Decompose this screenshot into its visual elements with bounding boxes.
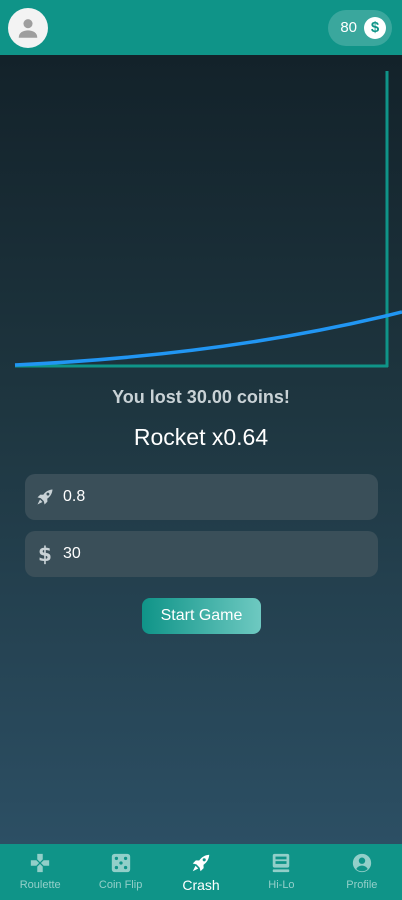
- rocket-icon: [34, 486, 56, 508]
- top-app-bar: 80 $: [0, 0, 402, 55]
- nav-item-coin-flip[interactable]: Coin Flip: [80, 844, 160, 900]
- crash-graph: [14, 71, 402, 368]
- nav-label-profile: Profile: [346, 879, 378, 891]
- nav-item-roulette[interactable]: Roulette: [0, 844, 80, 900]
- start-game-button[interactable]: Start Game: [142, 598, 261, 634]
- person-icon: [18, 18, 38, 38]
- nav-item-profile[interactable]: Profile: [322, 844, 402, 900]
- dollar-coin-icon: $: [364, 16, 386, 39]
- balance-chip[interactable]: 80 $: [328, 9, 392, 46]
- nav-label-coin-flip: Coin Flip: [98, 879, 143, 891]
- balance-amount: 80: [340, 19, 357, 36]
- dollar-icon: $: [34, 543, 56, 565]
- account-circle-icon: [350, 852, 374, 874]
- nav-label-roulette: Roulette: [19, 879, 61, 891]
- graph-curve: [14, 310, 402, 367]
- avatar[interactable]: [8, 7, 48, 48]
- nav-item-crash[interactable]: Crash: [161, 844, 241, 900]
- target-multiplier-value: 0.8: [63, 488, 86, 505]
- gamepad-icon: [28, 852, 52, 874]
- nav-item-hi-lo[interactable]: Hi-Lo: [241, 844, 321, 900]
- nav-label-crash: Crash: [182, 877, 220, 893]
- result-message: You lost 30.00 coins!: [112, 387, 290, 407]
- bet-amount-field[interactable]: $ 30: [25, 531, 378, 577]
- cards-icon: [269, 852, 293, 874]
- crash-game-area: You lost 30.00 coins! Rocket x0.64 0.8 $…: [0, 55, 402, 844]
- target-multiplier-field[interactable]: 0.8: [25, 474, 378, 520]
- nav-label-hi-lo: Hi-Lo: [268, 879, 295, 891]
- dice-icon: [109, 852, 133, 874]
- rocket-multiplier: Rocket x0.64: [133, 424, 269, 450]
- bet-amount-value: 30: [63, 545, 81, 562]
- bottom-navigation: Roulette Coin Flip Crash Hi-Lo Profile: [0, 844, 402, 900]
- rocket-icon: [189, 852, 213, 874]
- svg-text:$: $: [38, 543, 52, 565]
